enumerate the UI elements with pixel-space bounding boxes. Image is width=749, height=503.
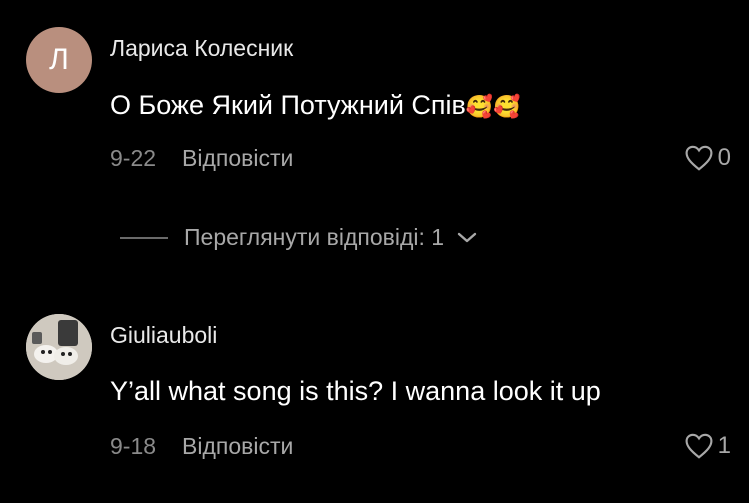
- like-count: 1: [717, 432, 731, 459]
- reply-button[interactable]: Відповісти: [182, 145, 293, 172]
- avatar-letter: Л: [49, 43, 69, 76]
- comment-text-body: О Боже Який Потужний Спів: [110, 90, 466, 120]
- comment-item: Л Лариса Колесник О Боже Який Потужний С…: [0, 0, 749, 200]
- avatar[interactable]: [26, 314, 92, 380]
- avatar[interactable]: Л: [26, 27, 92, 93]
- view-replies-button[interactable]: Переглянути відповіді: 1: [120, 224, 478, 251]
- comment-username[interactable]: Giuliauboli: [110, 322, 217, 349]
- view-replies-label: Переглянути відповіді: 1: [184, 224, 445, 250]
- comment-meta: 9-18 Відповісти: [110, 433, 293, 460]
- comment-date: 9-22: [110, 145, 157, 171]
- reply-button[interactable]: Відповісти: [182, 433, 293, 460]
- comment-text: Y’all what song is this? I wanna look it…: [110, 376, 601, 406]
- comment-username[interactable]: Лариса Колесник: [110, 35, 293, 62]
- comment-meta: 9-22 Відповісти: [110, 145, 293, 172]
- avatar-photo-icon: [26, 314, 92, 380]
- like-button[interactable]: 1: [684, 432, 731, 460]
- heart-icon: [685, 145, 713, 171]
- chevron-down-icon: [457, 232, 477, 242]
- divider-line: [120, 236, 168, 239]
- like-count: 0: [717, 144, 731, 171]
- comment-date: 9-18: [110, 433, 157, 459]
- comment-emoji: 🥰🥰: [465, 94, 521, 119]
- heart-icon: [685, 433, 713, 459]
- comment-item: Giuliauboli Y’all what song is this? I w…: [0, 300, 749, 500]
- like-button[interactable]: 0: [684, 144, 731, 172]
- comment-text: О Боже Який Потужний Спів🥰🥰: [110, 90, 521, 121]
